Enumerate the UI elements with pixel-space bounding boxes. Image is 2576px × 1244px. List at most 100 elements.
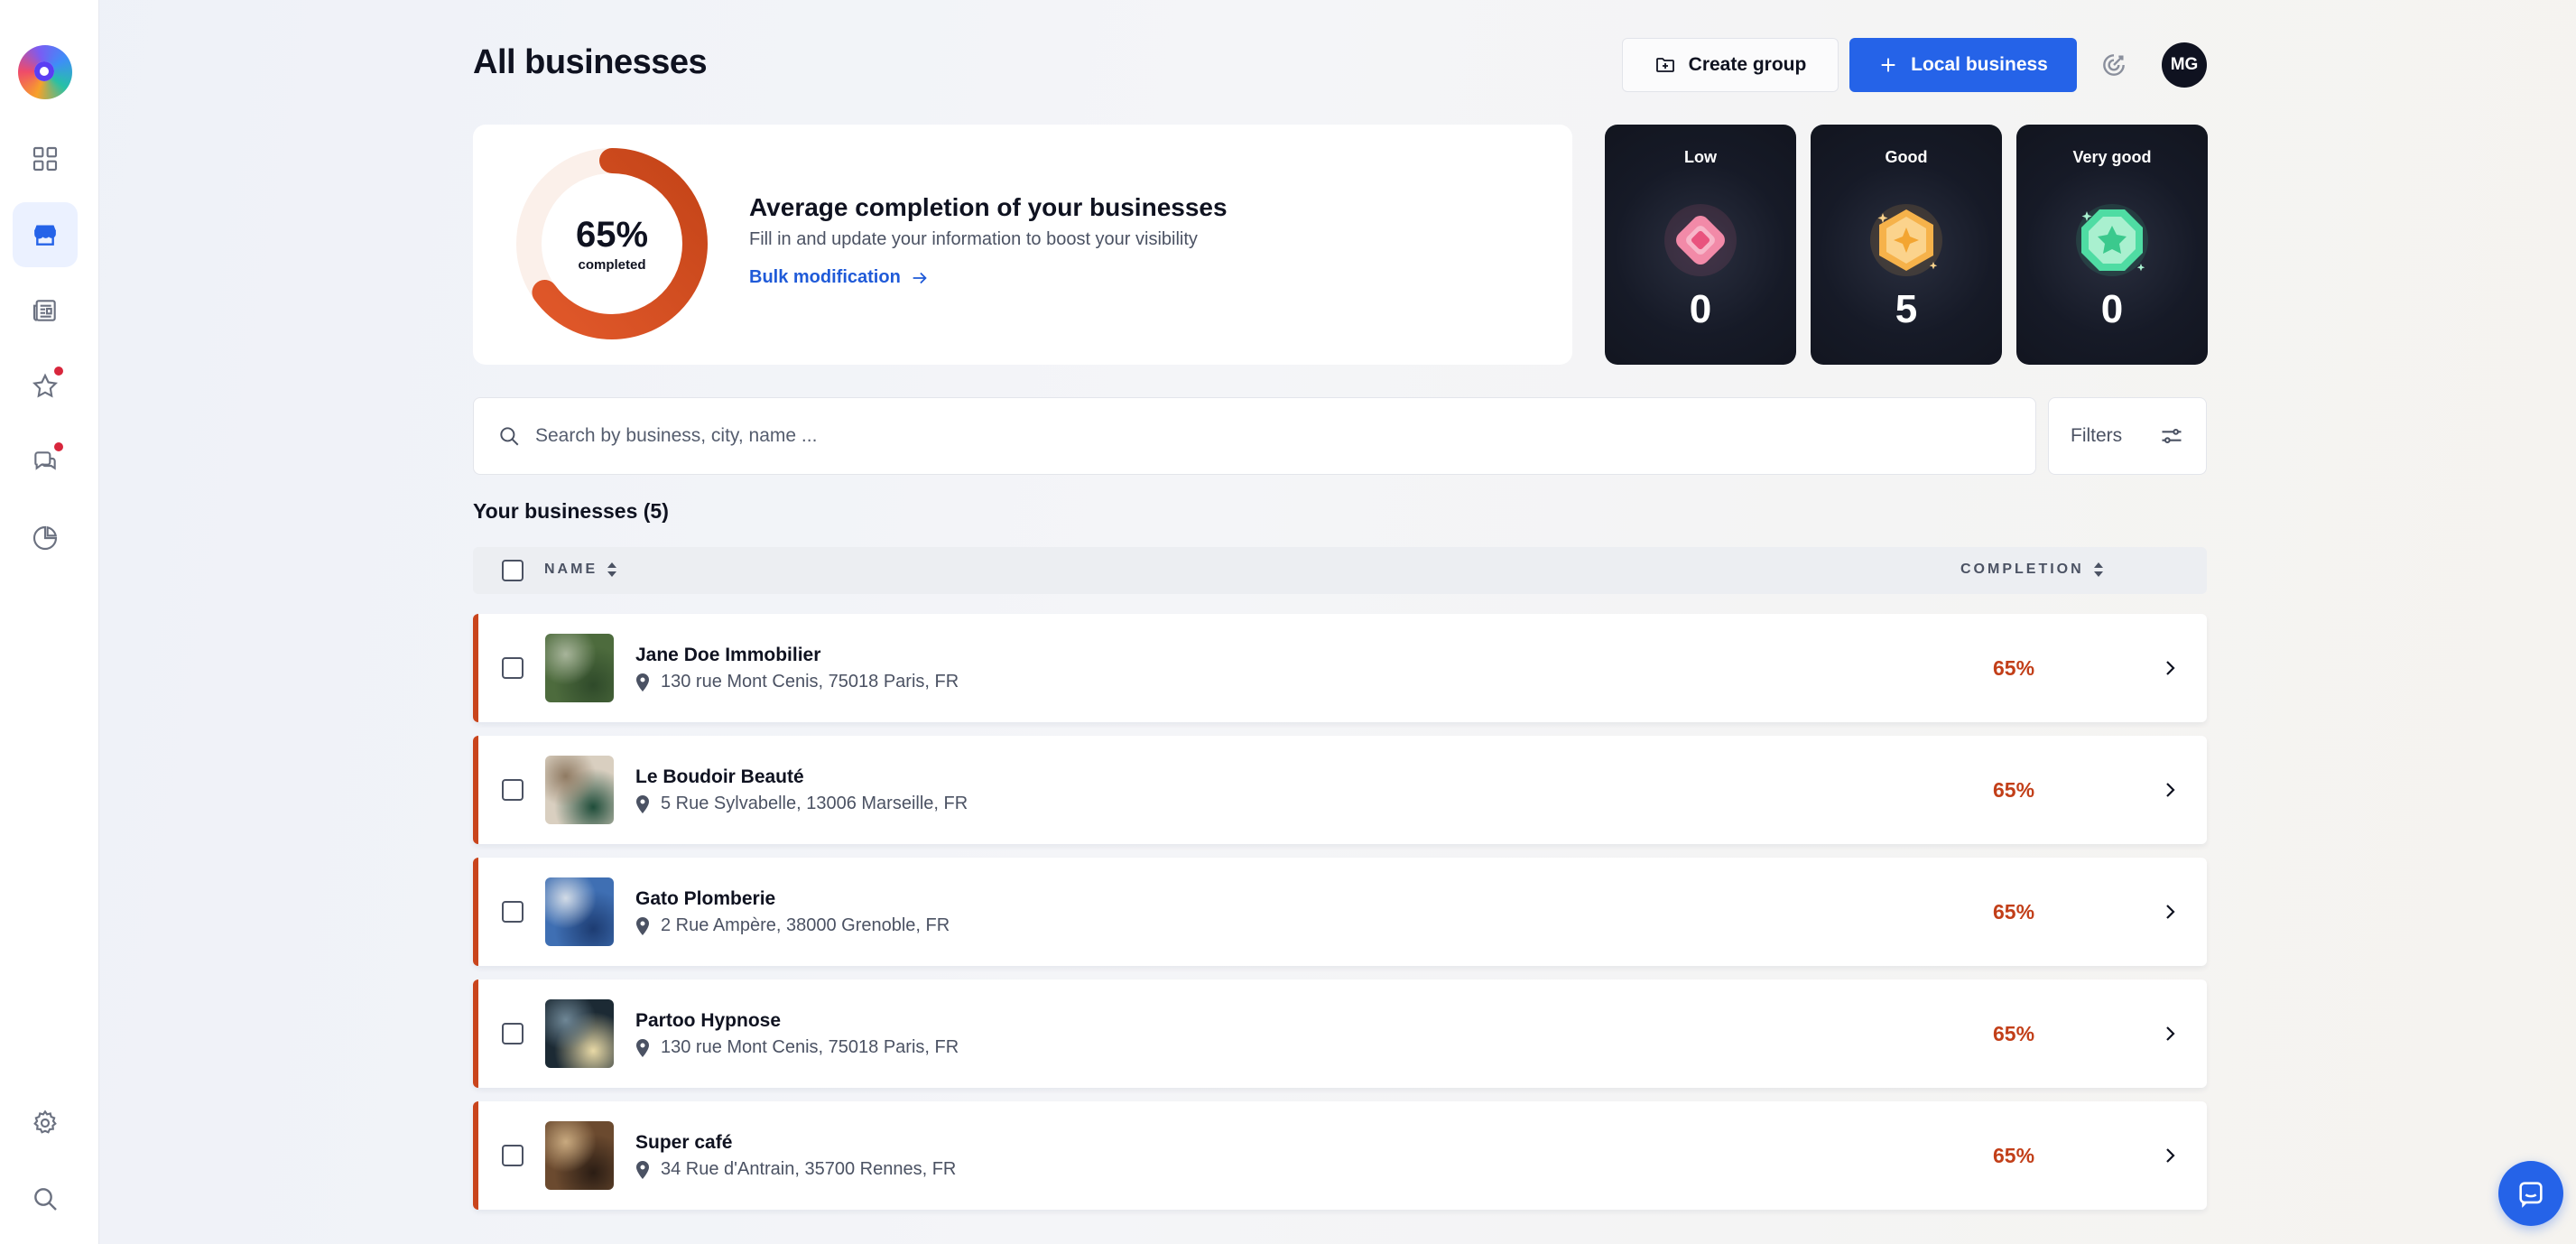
row-checkbox[interactable] — [502, 779, 524, 801]
score-label: Low — [1684, 148, 1717, 166]
row-checkbox[interactable] — [502, 901, 524, 923]
plus-icon — [1881, 58, 1895, 72]
sliders-icon — [2162, 428, 2182, 444]
hexagon-gem-icon — [1870, 204, 1942, 276]
filters-button[interactable]: Filters — [2048, 397, 2207, 475]
business-address: 5 Rue Sylvabelle, 13006 Marseille, FR — [635, 794, 968, 814]
business-name: Gato Plomberie — [635, 888, 776, 909]
score-label: Good — [1885, 148, 1928, 166]
chevron-right-icon[interactable] — [2159, 779, 2181, 801]
store-icon — [34, 225, 56, 246]
sidebar-item-posts[interactable] — [13, 278, 78, 343]
bulk-modification-label: Bulk modification — [749, 267, 901, 287]
chat-bubble-icon — [2519, 1182, 2543, 1208]
table-row[interactable]: Gato Plomberie 2 Rue Ampère, 38000 Greno… — [473, 858, 2207, 966]
sidebar-item-analytics[interactable] — [13, 506, 78, 571]
score-label: Very good — [2072, 148, 2152, 166]
select-all-checkbox[interactable] — [502, 560, 524, 581]
business-thumbnail — [545, 877, 614, 946]
app-logo[interactable] — [18, 45, 72, 99]
table-header: NAME COMPLETION — [473, 547, 2207, 594]
sidebar-item-messages[interactable] — [13, 430, 78, 495]
chevron-right-icon[interactable] — [2159, 1145, 2181, 1166]
gear-icon — [33, 1109, 57, 1134]
sort-icon — [607, 562, 617, 577]
notification-dot — [52, 441, 65, 453]
completion-subtitle: Fill in and update your information to b… — [749, 229, 1198, 249]
filters-label: Filters — [2071, 425, 2123, 446]
sidebar-item-settings[interactable] — [13, 1091, 78, 1156]
completion-card: 65% completed Average completion of your… — [473, 125, 1572, 365]
business-address: 130 rue Mont Cenis, 75018 Paris, FR — [635, 672, 959, 692]
business-address-text: 130 rue Mont Cenis, 75018 Paris, FR — [661, 672, 959, 692]
score-card-good[interactable]: Good 5 — [1811, 125, 2002, 365]
location-pin-icon — [636, 673, 649, 692]
sidebar-item-search[interactable] — [13, 1166, 78, 1231]
avatar[interactable]: MG — [2162, 42, 2207, 88]
location-pin-icon — [636, 1038, 649, 1057]
arrow-right-icon — [913, 272, 927, 283]
chevron-right-icon[interactable] — [2159, 1023, 2181, 1044]
sidebar-item-businesses[interactable] — [13, 202, 78, 267]
notification-dot — [52, 365, 65, 377]
business-address-text: 5 Rue Sylvabelle, 13006 Marseille, FR — [661, 794, 968, 813]
row-checkbox[interactable] — [502, 657, 524, 679]
score-card-low[interactable]: Low 0 — [1605, 125, 1796, 365]
octagon-gem-icon — [2076, 204, 2148, 276]
table-row[interactable]: Le Boudoir Beauté 5 Rue Sylvabelle, 1300… — [473, 736, 2207, 844]
search-icon — [500, 427, 519, 446]
target-icon[interactable] — [2099, 51, 2128, 79]
row-checkbox[interactable] — [502, 1023, 524, 1044]
sidebar-item-reviews[interactable] — [13, 354, 78, 419]
sidebar — [0, 0, 99, 1244]
location-pin-icon — [636, 794, 649, 813]
page-title: All businesses — [473, 43, 708, 81]
business-address: 2 Rue Ampère, 38000 Grenoble, FR — [635, 915, 950, 936]
completion-percent: 65% — [575, 215, 649, 255]
business-address-text: 130 rue Mont Cenis, 75018 Paris, FR — [661, 1037, 959, 1057]
row-checkbox[interactable] — [502, 1145, 524, 1166]
location-pin-icon — [636, 916, 649, 935]
businesses-count-title: Your businesses (5) — [473, 499, 669, 523]
table-row[interactable]: Super café 34 Rue d'Antrain, 35700 Renne… — [473, 1101, 2207, 1210]
grid-icon — [32, 146, 58, 172]
business-completion: 65% — [1993, 1144, 2035, 1167]
chevron-right-icon[interactable] — [2159, 657, 2181, 679]
column-completion-label: COMPLETION — [1960, 562, 2084, 577]
create-group-label: Create group — [1688, 54, 1807, 75]
chevron-right-icon[interactable] — [2159, 901, 2181, 923]
score-value: 0 — [2100, 287, 2124, 331]
search-input[interactable] — [535, 425, 1979, 447]
business-completion: 65% — [1993, 1022, 2035, 1045]
donut-label: 65% completed — [514, 146, 709, 341]
score-card-very-good[interactable]: Very good 0 — [2016, 125, 2208, 365]
folder-plus-icon — [1655, 58, 1674, 72]
column-completion-header[interactable]: COMPLETION — [1960, 562, 2104, 578]
business-thumbnail — [545, 634, 614, 702]
business-thumbnail — [545, 756, 614, 824]
business-address: 34 Rue d'Antrain, 35700 Rennes, FR — [635, 1159, 956, 1180]
table-row[interactable]: Partoo Hypnose 130 rue Mont Cenis, 75018… — [473, 979, 2207, 1088]
search-bar[interactable] — [473, 397, 2036, 475]
score-value: 0 — [1689, 287, 1712, 331]
diamond-gem-icon — [1664, 204, 1737, 276]
score-value: 5 — [1895, 287, 1918, 331]
support-chat-button[interactable] — [2498, 1161, 2563, 1226]
create-group-button[interactable]: Create group — [1622, 38, 1839, 92]
completion-caption: completed — [578, 257, 646, 273]
business-thumbnail — [545, 999, 614, 1068]
business-thumbnail — [545, 1121, 614, 1190]
local-business-label: Local business — [1911, 54, 2048, 75]
sort-icon — [2093, 562, 2103, 577]
column-name-header[interactable]: NAME — [544, 562, 617, 578]
business-name: Le Boudoir Beauté — [635, 766, 804, 787]
add-local-business-button[interactable]: Local business — [1849, 38, 2077, 92]
business-name: Partoo Hypnose — [635, 1010, 782, 1031]
table-row[interactable]: Jane Doe Immobilier 130 rue Mont Cenis, … — [473, 614, 2207, 722]
newspaper-icon — [32, 300, 56, 321]
bulk-modification-link[interactable]: Bulk modification — [749, 267, 930, 288]
sidebar-item-dashboard[interactable] — [13, 126, 78, 191]
business-address-text: 2 Rue Ampère, 38000 Grenoble, FR — [661, 915, 950, 935]
business-name: Jane Doe Immobilier — [635, 645, 821, 665]
business-completion: 65% — [1993, 656, 2035, 680]
